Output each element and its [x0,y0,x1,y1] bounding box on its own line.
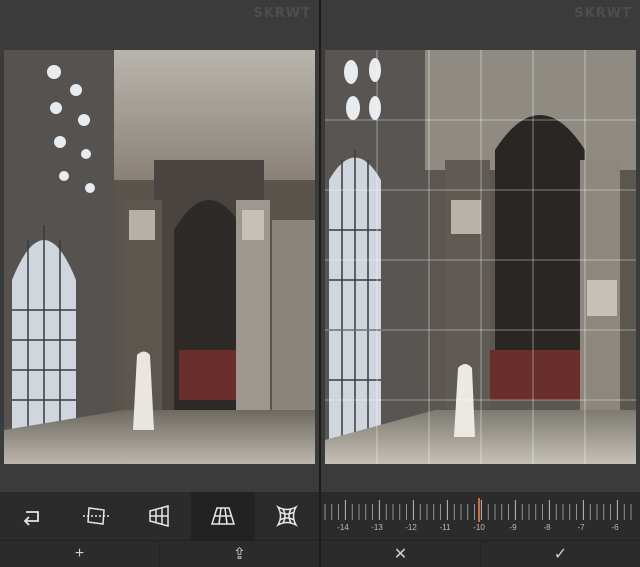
lens-distortion-button[interactable] [64,492,128,540]
undo-icon [23,511,39,526]
add-button[interactable]: + [0,541,159,567]
ruler-label: -7 [577,523,585,532]
brand-watermark: SKRWT [574,6,632,21]
ruler-ticks [324,498,632,522]
ruler-label: -10 [473,523,485,532]
right-bottom-bar: ✕ ✓ [321,540,640,567]
horizontal-perspective-icon [211,507,236,525]
original-photo [4,50,315,464]
confirm-button[interactable]: ✓ [480,541,640,567]
pincushion-icon [276,505,299,527]
ruler-label: -8 [543,523,551,532]
left-bottom-bar: + ⇪ [0,540,319,567]
ruler-label: -6 [611,523,619,532]
corrected-photo [325,50,636,464]
ruler-label: -14 [337,523,349,532]
vertical-perspective-icon [149,505,170,527]
adjustment-ruler[interactable]: -14 -13 -12 -11 -10 -9 -8 -7 -6 [321,492,640,540]
original-panel: SKRWT + ⇪ [0,0,319,567]
share-button[interactable]: ⇪ [159,541,319,567]
ruler-label: -13 [371,523,383,532]
corrected-panel: SKRWT -14 -13 -12 -11 -10 -9 -8 -7 -6 ✕ … [321,0,640,567]
ruler-label: -11 [439,523,451,532]
pincushion-button[interactable] [255,492,319,540]
vertical-perspective-button[interactable] [128,492,192,540]
ruler-label: -12 [405,523,417,532]
tool-bar [0,492,319,540]
cancel-button[interactable]: ✕ [321,541,480,567]
brand-watermark: SKRWT [253,6,311,21]
undo-button[interactable] [0,492,64,540]
horizontal-perspective-button[interactable] [191,492,256,540]
ruler-label: -9 [509,523,517,532]
lens-distortion-icon [82,507,109,525]
